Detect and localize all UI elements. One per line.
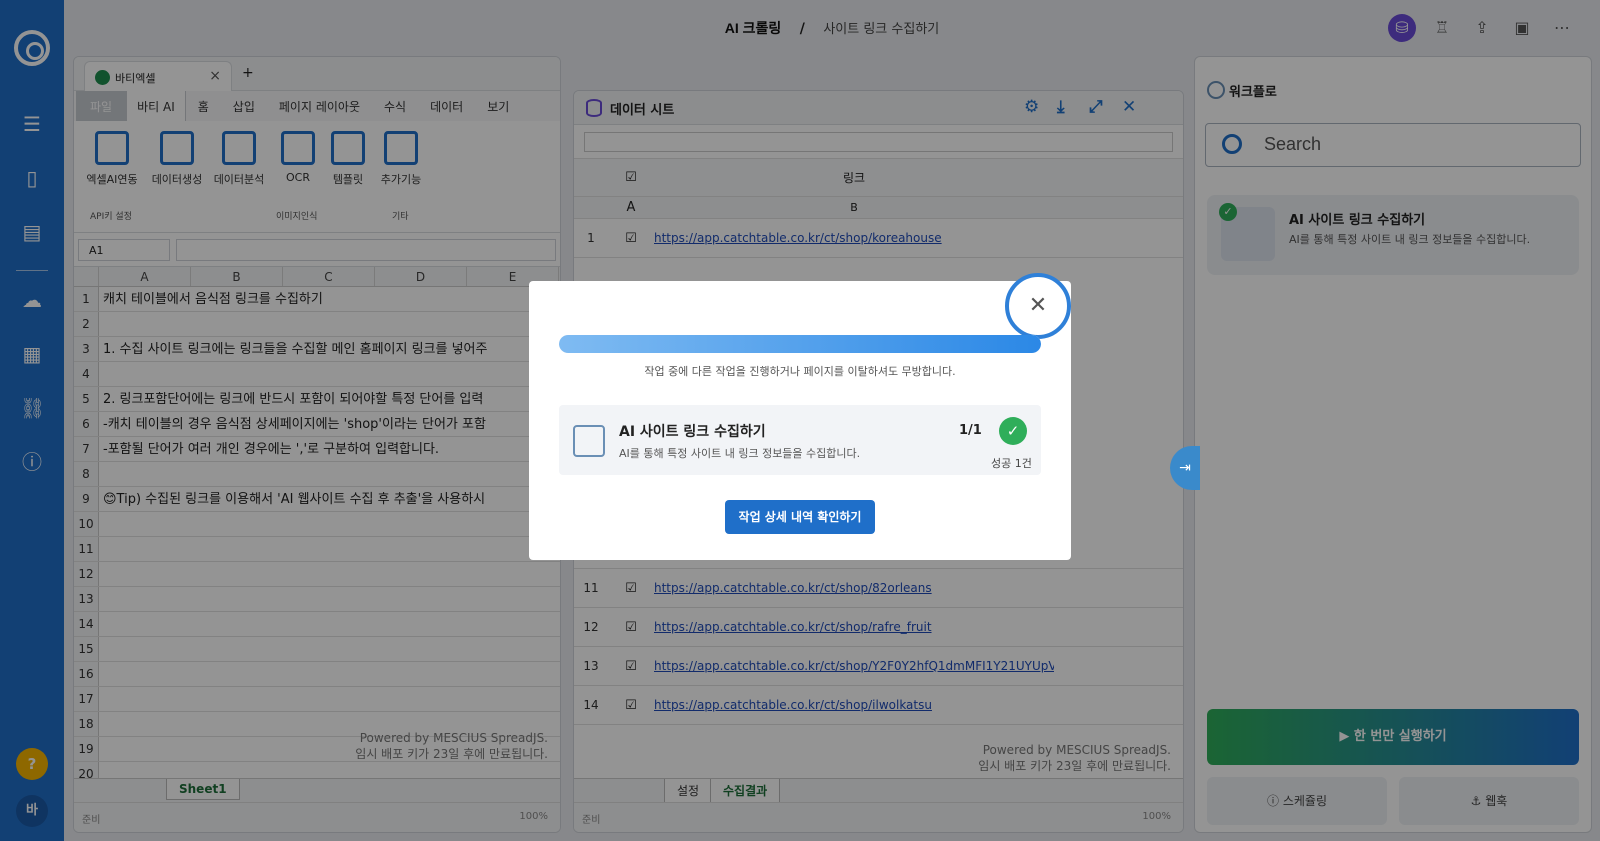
success-count: 성공 1건: [991, 457, 1032, 470]
progress-note: 작업 중에 다른 작업을 진행하거나 페이지를 이탈하셔도 무방합니다.: [644, 365, 956, 378]
link-collect-icon: [573, 425, 605, 457]
view-details-button[interactable]: 작업 상세 내역 확인하기: [725, 500, 875, 534]
task-description: AI를 통해 특정 사이트 내 링크 정보들을 수집합니다.: [619, 447, 861, 460]
progress-modal: ✕ 작업 중에 다른 작업을 진행하거나 페이지를 이탈하셔도 무방합니다. A…: [529, 273, 1071, 560]
progress-fill: [559, 335, 1041, 353]
task-title: AI 사이트 링크 수집하기: [619, 424, 766, 440]
progress-bar: [559, 335, 1041, 353]
success-check-icon: ✓: [999, 417, 1027, 445]
task-count: 1/1: [959, 423, 982, 438]
close-icon[interactable]: ✕: [1005, 273, 1071, 339]
task-card: AI 사이트 링크 수집하기 AI를 통해 특정 사이트 내 링크 정보들을 수…: [559, 405, 1041, 475]
